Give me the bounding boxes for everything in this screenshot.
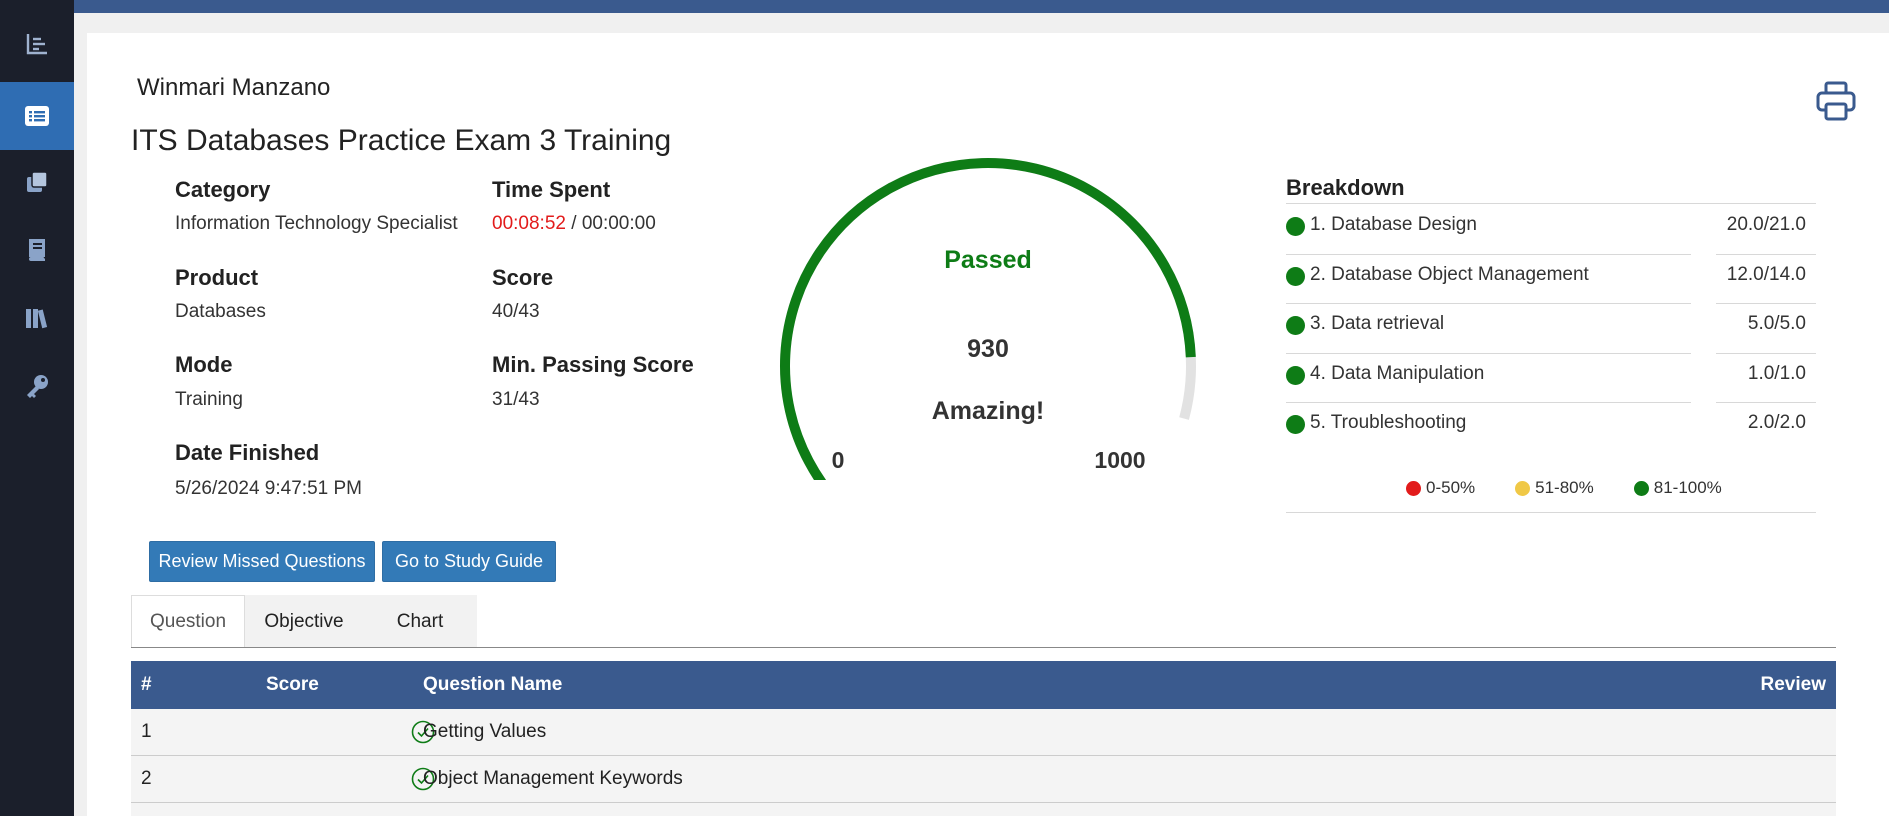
breakdown-item-score: 5.0/5.0 bbox=[1747, 313, 1806, 334]
time-spent-value: 00:08:52 / 00:00:00 bbox=[492, 213, 656, 235]
category-value: Information Technology Specialist bbox=[175, 213, 458, 234]
breakdown-item-score: 20.0/21.0 bbox=[1726, 214, 1806, 235]
copy-icon bbox=[27, 171, 48, 192]
score-gauge: Passed 930 Amazing! 0 1000 bbox=[780, 158, 1196, 480]
sidebar-item-reports[interactable] bbox=[0, 10, 74, 78]
min-passing-value: 31/43 bbox=[492, 389, 540, 410]
breakdown-item: 5. Troubleshooting 2.0/2.0 bbox=[1286, 402, 1816, 451]
breakdown-item: 3. Data retrieval 5.0/5.0 bbox=[1286, 303, 1816, 352]
user-name: Winmari Manzano bbox=[137, 74, 331, 101]
gauge-status: Passed bbox=[944, 246, 1032, 274]
table-row[interactable]: 1 Getting Values bbox=[131, 709, 1836, 756]
review-missed-button[interactable]: Review Missed Questions bbox=[149, 541, 375, 582]
time-spent-elapsed: 00:08:52 bbox=[492, 213, 566, 234]
row-question-name: Object Management Keywords bbox=[423, 768, 683, 789]
gauge-message: Amazing! bbox=[932, 397, 1045, 425]
breakdown-bottom-divider bbox=[1286, 512, 1816, 513]
score-label: Score bbox=[492, 265, 554, 290]
print-icon[interactable] bbox=[1815, 80, 1857, 122]
legend-dot-green bbox=[1633, 480, 1649, 496]
gauge-score: 930 bbox=[967, 335, 1009, 363]
row-number: 1 bbox=[141, 721, 152, 742]
status-dot bbox=[1286, 365, 1305, 385]
table-row-partial bbox=[131, 803, 1836, 816]
row-question-name: Getting Values bbox=[423, 721, 547, 742]
gauge-min: 0 bbox=[832, 447, 845, 473]
legend-dot-red bbox=[1406, 480, 1421, 496]
tabs-underline bbox=[131, 647, 1836, 648]
tab-objective[interactable]: Objective bbox=[245, 595, 363, 648]
list-icon bbox=[25, 106, 49, 126]
min-passing-label: Min. Passing Score bbox=[492, 352, 694, 377]
breakdown-item-name: 3. Data retrieval bbox=[1310, 313, 1445, 334]
questions-table-header: # Score Question Name Review bbox=[131, 661, 1836, 709]
gauge-max: 1000 bbox=[1094, 447, 1145, 473]
breakdown-item-name: 4. Data Manipulation bbox=[1310, 362, 1485, 384]
breakdown-item: 4. Data Manipulation 1.0/1.0 bbox=[1286, 353, 1816, 402]
status-dot bbox=[1286, 316, 1305, 335]
top-bar bbox=[0, 0, 1889, 13]
time-separator: / bbox=[565, 213, 582, 234]
product-value: Databases bbox=[175, 301, 266, 322]
legend-label-mid: 51-80% bbox=[1535, 478, 1594, 497]
col-score-header: Score bbox=[266, 674, 319, 695]
breakdown-item-name: 5. Troubleshooting bbox=[1310, 412, 1467, 433]
category-label: Category bbox=[175, 177, 271, 202]
study-guide-button[interactable]: Go to Study Guide bbox=[382, 541, 556, 582]
time-spent-label: Time Spent bbox=[492, 177, 611, 202]
sidebar-item-books[interactable] bbox=[0, 216, 74, 284]
score-value: 40/43 bbox=[492, 301, 540, 322]
sidebar-item-results[interactable] bbox=[0, 82, 74, 150]
row-number: 2 bbox=[141, 768, 152, 789]
col-number-header: # bbox=[141, 674, 152, 695]
sidebar-item-library[interactable] bbox=[0, 284, 74, 352]
breakdown-item-name: 1. Database Design bbox=[1310, 214, 1477, 235]
tab-question[interactable]: Question bbox=[131, 595, 245, 648]
mode-value: Training bbox=[175, 389, 243, 410]
status-dot bbox=[1286, 415, 1305, 434]
breakdown-item-score: 12.0/14.0 bbox=[1726, 263, 1806, 285]
legend-label-high: 81-100% bbox=[1653, 478, 1722, 497]
library-icon bbox=[26, 309, 48, 329]
mode-label: Mode bbox=[175, 352, 233, 377]
gauge-track bbox=[780, 158, 1196, 480]
legend-item-high: 81-100% bbox=[1633, 478, 1722, 498]
sidebar bbox=[0, 0, 74, 816]
date-finished-value: 5/26/2024 9:47:51 PM bbox=[175, 478, 362, 499]
legend-dot-yellow bbox=[1515, 480, 1531, 496]
breakdown-item: 1. Database Design 20.0/21.0 bbox=[1286, 204, 1816, 253]
breakdown-item-score: 1.0/1.0 bbox=[1747, 362, 1806, 384]
legend-label-low: 0-50% bbox=[1426, 478, 1476, 497]
exam-title: ITS Databases Practice Exam 3 Training bbox=[131, 124, 672, 157]
book-icon bbox=[29, 239, 45, 261]
time-limit: 00:00:00 bbox=[581, 213, 656, 234]
breakdown-item: 2. Database Object Management 12.0/14.0 bbox=[1286, 254, 1816, 303]
breakdown-item-name: 2. Database Object Management bbox=[1310, 263, 1589, 285]
legend-item-mid: 51-80% bbox=[1515, 478, 1594, 498]
legend-item-low: 0-50% bbox=[1406, 478, 1475, 498]
chart-bars-icon bbox=[26, 34, 47, 55]
gauge-fill bbox=[780, 158, 1196, 480]
tab-chart[interactable]: Chart bbox=[363, 595, 477, 648]
sidebar-item-keys[interactable] bbox=[0, 352, 74, 420]
status-dot bbox=[1286, 217, 1305, 236]
col-review-header: Review bbox=[1760, 674, 1826, 695]
col-name-header: Question Name bbox=[423, 674, 563, 695]
breakdown-legend: 0-50% 51-80% 81-100% bbox=[1406, 478, 1722, 498]
table-row[interactable]: 2 Object Management Keywords bbox=[131, 756, 1836, 803]
sidebar-item-collections[interactable] bbox=[0, 148, 74, 216]
product-label: Product bbox=[175, 265, 259, 290]
date-finished-label: Date Finished bbox=[175, 440, 320, 465]
breakdown-item-score: 2.0/2.0 bbox=[1747, 412, 1806, 433]
status-dot bbox=[1286, 266, 1305, 286]
breakdown-title: Breakdown bbox=[1286, 175, 1405, 200]
key-icon bbox=[27, 375, 48, 398]
